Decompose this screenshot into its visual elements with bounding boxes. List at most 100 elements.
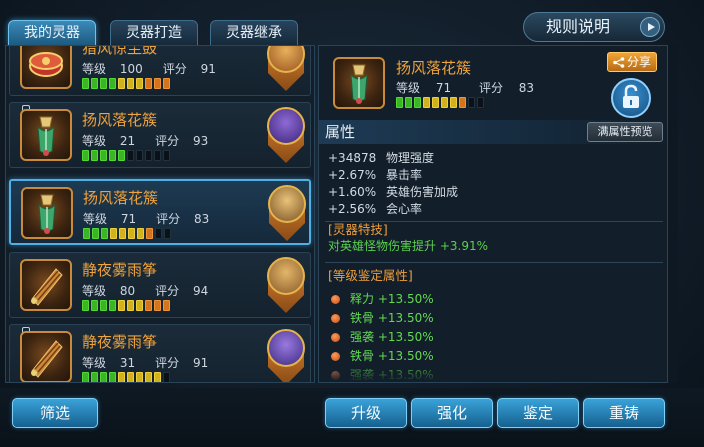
attribute-value: +2.56%: [328, 202, 377, 216]
quality-segment: [92, 228, 99, 239]
quality-segment: [164, 228, 171, 239]
appraise-title: [等级鉴定属性]: [328, 268, 413, 283]
unlock-button[interactable]: [611, 78, 651, 118]
appraise-row: 铁骨 +13.50%: [328, 309, 434, 328]
quality-segment: [154, 300, 161, 311]
quality-segment: [163, 78, 170, 89]
detail-level: 等级 71: [396, 81, 452, 95]
artifact-level: 等级 80: [82, 284, 136, 298]
appraise-value: +13.50%: [377, 292, 434, 306]
recast-button[interactable]: 重铸: [583, 398, 665, 428]
hero-badge: [265, 46, 307, 91]
quality-segment: [441, 97, 448, 108]
rules-button-label: 规则说明: [546, 17, 611, 36]
hero-badge: [265, 257, 307, 313]
full-attributes-preview-button[interactable]: 满属性预览: [587, 122, 663, 142]
artifact-stats: 等级 21 评分 93: [82, 132, 228, 149]
quality-segment: [163, 150, 170, 161]
quality-segment: [145, 300, 152, 311]
attribute-value: +34878: [328, 151, 377, 165]
artifact-score: 评分 93: [155, 134, 209, 148]
detail-stats: 等级 71 评分 83: [396, 79, 558, 96]
attribute-list: +34878 物理强度 +2.67% 暴击率 +1.60% 英雄伤害加成 +2.56% 会心率: [328, 150, 458, 218]
quality-bar: [83, 228, 171, 239]
quality-segment: [91, 372, 98, 382]
quality-segment: [100, 372, 107, 382]
appraise-value: +13.50%: [377, 330, 434, 344]
quality-segment: [91, 78, 98, 89]
attribute-name: 会心率: [386, 202, 423, 216]
share-icon: [613, 57, 625, 68]
hero-portrait: [267, 329, 305, 367]
quality-segment: [450, 97, 457, 108]
scrollbar[interactable]: [668, 45, 678, 383]
orb-icon: [331, 333, 340, 342]
attribute-row: +2.56% 会心率: [328, 201, 458, 218]
artifact-icon: [20, 46, 72, 89]
appraise-name: 铁骨: [350, 311, 375, 325]
hero-portrait: [267, 257, 305, 295]
artifact-list-item[interactable]: 猎风惊尘鼓等级 100 评分 91: [9, 45, 311, 96]
quality-segment: [405, 97, 412, 108]
artifact-list-item[interactable]: 扬风落花簇 等级 21 评分 93: [9, 102, 311, 168]
quality-bar: [82, 78, 170, 89]
arrow-right-icon: [640, 17, 660, 37]
quality-segment: [109, 372, 116, 382]
quality-segment: [91, 150, 98, 161]
artifact-stats: 等级 80 评分 94: [82, 282, 228, 299]
artifact-list-item[interactable]: 静夜雾雨筝 等级 31 评分 91: [9, 324, 311, 382]
appraise-row: 强袭 +13.50%: [328, 328, 434, 347]
quality-segment: [136, 300, 143, 311]
artifact-list-item[interactable]: 扬风落花簇 等级 71 评分 83: [9, 179, 311, 245]
quality-segment: [127, 300, 134, 311]
detail-name: 扬风落花簇: [396, 59, 472, 77]
share-button[interactable]: 分享: [607, 52, 657, 72]
tab-my-artifacts[interactable]: 我的灵器: [8, 20, 96, 46]
quality-segment: [154, 372, 161, 382]
upgrade-button[interactable]: 升级: [325, 398, 407, 428]
game-screen: 我的灵器 灵器打造 灵器继承 规则说明 猎风惊尘鼓等级 100 评分 91 扬风落花…: [0, 0, 704, 447]
quality-segment: [82, 300, 89, 311]
artifact-score: 评分 91: [162, 62, 216, 76]
orb-icon: [331, 295, 340, 304]
tab-artifact-inherit[interactable]: 灵器继承: [210, 20, 298, 46]
quality-segment: [100, 78, 107, 89]
attribute-row: +34878 物理强度: [328, 150, 458, 167]
artifact-name: 猎风惊尘鼓: [82, 45, 158, 57]
quality-bar: [82, 300, 170, 311]
quality-segment: [136, 372, 143, 382]
artifact-stats: 等级 31 评分 91: [82, 354, 228, 371]
quality-segment: [83, 228, 90, 239]
artifact-level: 等级 100: [82, 62, 143, 76]
detail-score: 评分 83: [478, 81, 535, 95]
artifact-level: 等级 71: [83, 212, 137, 226]
rules-button[interactable]: 规则说明: [523, 12, 665, 42]
attribute-value: +2.67%: [328, 168, 377, 182]
appraise-row: 释力 +13.50%: [328, 290, 434, 309]
fade-overlay: [319, 360, 667, 382]
artifact-score: 评分 94: [155, 284, 209, 298]
quality-segment: [127, 78, 134, 89]
attribute-name: 物理强度: [386, 151, 435, 165]
enhance-button[interactable]: 强化: [411, 398, 493, 428]
quality-segment: [100, 300, 107, 311]
detail-quality-bar: [396, 97, 484, 108]
filter-button[interactable]: 筛选: [12, 398, 98, 428]
artifact-score: 评分 91: [155, 356, 209, 370]
quality-segment: [477, 97, 484, 108]
quality-segment: [146, 228, 153, 239]
tab-artifact-forge[interactable]: 灵器打造: [110, 20, 198, 46]
quality-segment: [118, 372, 125, 382]
appraise-button[interactable]: 鉴定: [497, 398, 579, 428]
quality-segment: [118, 78, 125, 89]
quality-segment: [109, 300, 116, 311]
quality-segment: [128, 228, 135, 239]
artifact-list[interactable]: 猎风惊尘鼓等级 100 评分 91 扬风落花簇 等级 21 评分 93 扬风落花簇 等级 7…: [5, 45, 315, 383]
artifact-list-item[interactable]: 静夜雾雨筝 等级 80 评分 94: [9, 252, 311, 318]
quality-segment: [82, 372, 89, 382]
quality-segment: [101, 228, 108, 239]
quality-bar: [82, 372, 170, 382]
quality-segment: [423, 97, 430, 108]
quality-segment: [154, 78, 161, 89]
hero-badge: [265, 107, 307, 163]
